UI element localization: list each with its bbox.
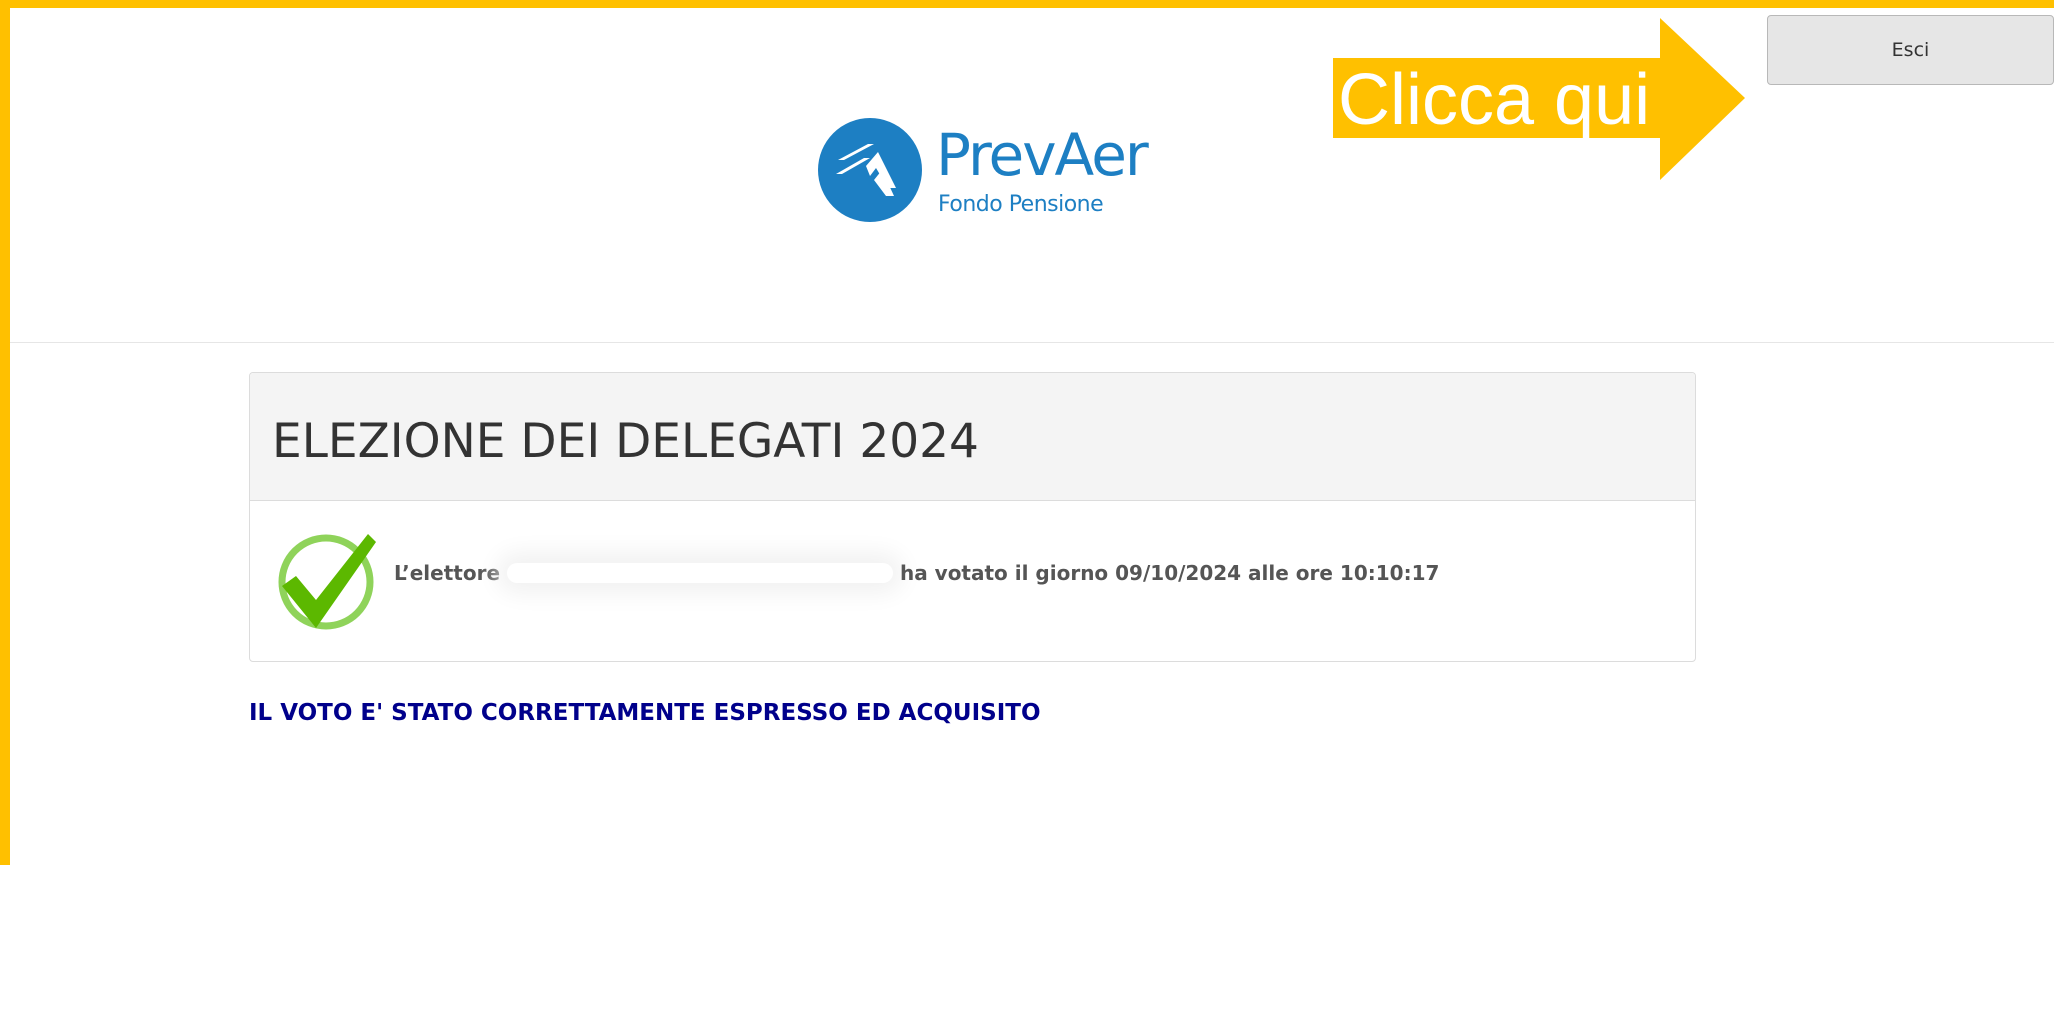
check-mark-icon bbox=[278, 534, 376, 630]
panel-body: L’elettore ha votato il giorno 09/10/202… bbox=[250, 501, 1695, 661]
page: PrevAer Fondo Pensione Clicca qui Esci E… bbox=[0, 0, 2054, 1026]
exit-button[interactable]: Esci bbox=[1767, 15, 2054, 85]
logo-name: PrevAer bbox=[936, 121, 1149, 189]
confirmation-message: IL VOTO E' STATO CORRETTAMENTE ESPRESSO … bbox=[249, 700, 1041, 726]
vote-timestamp-text: ha votato il giorno 09/10/2024 alle ore … bbox=[899, 561, 1440, 585]
panel-heading: ELEZIONE DEI DELEGATI 2024 bbox=[250, 373, 1695, 501]
prevaer-logo-icon bbox=[818, 118, 922, 222]
vote-status: L’elettore ha votato il giorno 09/10/202… bbox=[394, 561, 1439, 585]
annotation-label: Clicca qui bbox=[1338, 60, 1651, 140]
logo: PrevAer Fondo Pensione bbox=[806, 110, 1149, 230]
voter-prefix: L’elettore bbox=[394, 561, 501, 585]
election-panel: ELEZIONE DEI DELEGATI 2024 L’elettore ha… bbox=[249, 372, 1696, 662]
highlight-frame-left bbox=[0, 0, 10, 865]
highlight-frame-top bbox=[0, 0, 2054, 8]
logo-subtitle: Fondo Pensione bbox=[938, 192, 1104, 217]
redacted-voter-name bbox=[506, 563, 893, 583]
page-title: ELEZIONE DEI DELEGATI 2024 bbox=[272, 414, 979, 469]
